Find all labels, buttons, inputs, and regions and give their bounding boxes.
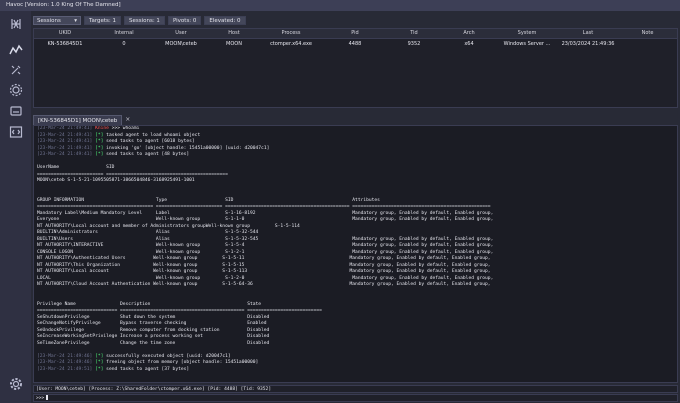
main-panel: Sessions ▾ Targets: 1 Sessions: 1 Pivots… [31,11,680,403]
chevron-down-icon: ▾ [74,18,77,24]
column-header[interactable]: Arch [442,29,496,38]
tools-icon[interactable] [9,63,23,77]
column-header[interactable]: Note [618,29,677,38]
table-cell: ctomper.x64.exe [270,41,312,47]
prompt-label: >>> [36,396,45,401]
session-status: [User: MOON\ceteb] [Process: Z:\SharedFo… [33,385,678,393]
graph-icon[interactable] [9,43,23,57]
close-icon[interactable]: × [122,115,133,125]
table-cell [618,40,677,49]
table-cell: x64 [464,41,474,47]
table-cell: MOON\ceteb [165,41,197,47]
column-header[interactable]: UKID [34,29,96,38]
column-header[interactable]: Process [258,29,324,38]
table-cell: 23/03/2024 21:49:36 [561,41,615,47]
view-select[interactable]: Sessions ▾ [33,16,81,25]
gear-icon[interactable] [9,83,23,97]
table-cell: 4488 [348,41,362,47]
command-input[interactable]: >>> [33,394,678,402]
window-title: Havoc [Version: 1.0 King Of The Damned] [0,0,680,11]
havoc-logo-icon[interactable] [9,17,23,31]
column-header[interactable]: Pid [324,29,386,38]
column-header[interactable]: Tid [386,29,442,38]
table-cell: KN-536845D1 [47,41,83,47]
panel-splitter[interactable] [33,108,678,112]
table-cell: MOON [226,41,242,47]
text-cursor [46,395,49,400]
column-header[interactable]: Host [210,29,258,38]
table-cell: 0 [122,41,126,47]
console-line: [23-Mar-24 21:49:51] [*] send tasks to a… [37,366,190,372]
column-header[interactable]: User [152,29,210,38]
column-header[interactable]: Internal [96,29,152,38]
table-row[interactable]: KN-536845D1 0 MOON\ceteb MOON ctomper.x6… [34,40,677,49]
sidebar [0,11,32,403]
targets-badge: Targets: 1 [84,16,121,25]
column-header[interactable]: Last [558,29,618,38]
settings-icon[interactable] [9,377,23,391]
code-icon[interactable] [9,125,23,139]
tab-session[interactable]: [KN-536845D1] MOON\ceteb [33,115,123,125]
sessions-table: UKID Internal User Host Process Pid Tid … [33,28,678,108]
table-cell: Windows Server ... [503,41,551,47]
table-header: UKID Internal User Host Process Pid Tid … [34,29,677,39]
console-output[interactable]: [23-Mar-24 21:49:41] Knine >>> whoami [23… [33,125,678,383]
table-cell: 9352 [407,41,421,47]
sessions-badge: Sessions: 1 [123,16,165,25]
elevated-badge: Elevated: 0 [204,16,246,25]
console-tabs: [KN-536845D1] MOON\ceteb × [33,115,133,125]
column-header[interactable]: System [496,29,558,38]
pivots-badge: Pivots: 0 [167,16,202,25]
disk-icon[interactable] [9,104,23,118]
toolbar: Sessions ▾ Targets: 1 Sessions: 1 Pivots… [33,16,246,25]
view-select-value: Sessions [37,18,61,24]
